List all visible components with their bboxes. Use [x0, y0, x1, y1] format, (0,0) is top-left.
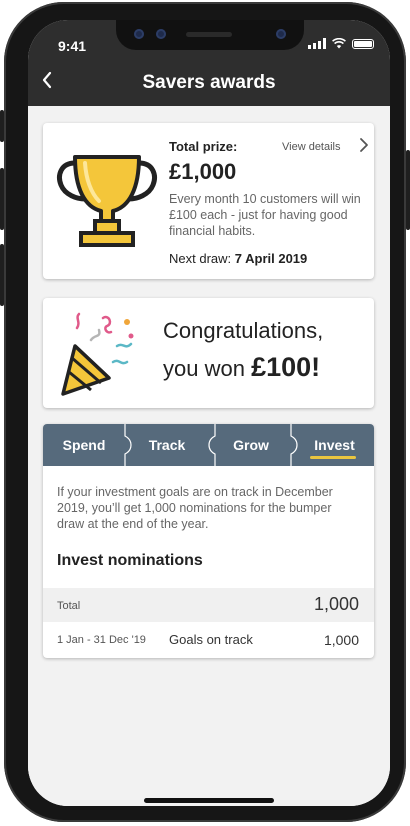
invest-description: If your investment goals are on track in…: [57, 485, 333, 531]
chevron-right-icon[interactable]: [359, 137, 369, 158]
total-label: Total: [57, 600, 81, 612]
prize-card: Total prize: View details £1,000 Every m…: [43, 123, 374, 279]
sensor-icon: [156, 29, 166, 39]
congrats-subheading: you won £100!: [163, 352, 320, 383]
nav-bar: Savers awards: [28, 58, 390, 106]
row-date: 1 Jan - 31 Dec '19: [57, 634, 146, 646]
tab-grow[interactable]: Grow: [211, 424, 291, 466]
total-value: 1,000: [313, 594, 359, 614]
prize-amount: £1,000: [169, 159, 237, 184]
tab-bar: Spend Track Grow Invest: [43, 424, 374, 466]
next-draw: Next draw: 7 April 2019: [169, 251, 307, 266]
view-details-link[interactable]: View details: [282, 141, 341, 153]
invest-heading: Invest nominations: [57, 552, 203, 569]
total-row: Total 1,000: [43, 588, 374, 622]
tab-spend[interactable]: Spend: [43, 424, 125, 466]
page-title: Savers awards: [142, 72, 276, 93]
power-button: [406, 150, 410, 230]
next-draw-date: 7 April 2019: [234, 251, 308, 266]
prize-description: Every month 10 customers will win £100 e…: [169, 192, 361, 238]
battery-icon: [352, 38, 374, 49]
mute-switch: [0, 110, 4, 142]
congrats-card: Congratulations, you won £100!: [43, 298, 374, 408]
volume-up-button: [0, 168, 4, 230]
status-icons: [308, 38, 374, 49]
tab-invest[interactable]: Invest: [295, 424, 374, 466]
table-row: 1 Jan - 31 Dec '19 Goals on track 1,000: [43, 622, 374, 658]
sensor-icon: [134, 29, 144, 39]
phone-frame: 9:41 Savers awards Total prize: View det…: [0, 2, 410, 822]
party-popper-icon: [61, 312, 134, 396]
row-value: 1,000: [323, 632, 359, 648]
row-label: Goals on track: [169, 632, 253, 647]
screen: 9:41 Savers awards Total prize: View det…: [28, 20, 390, 806]
congrats-prefix: you won: [163, 356, 245, 381]
status-bar: 9:41: [28, 20, 390, 58]
prize-label: Total prize:: [169, 139, 238, 154]
speaker-icon: [186, 32, 232, 37]
active-tab-indicator: [310, 456, 356, 459]
notch: [116, 20, 304, 50]
front-camera-icon: [276, 29, 286, 39]
home-indicator[interactable]: [144, 798, 274, 803]
next-draw-label: Next draw:: [169, 251, 232, 266]
signal-icon: [308, 38, 326, 49]
congrats-heading: Congratulations,: [163, 318, 324, 343]
tab-track[interactable]: Track: [127, 424, 207, 466]
congrats-amount: £100!: [251, 352, 321, 382]
invest-card: Spend Track Grow Invest If your investme…: [43, 424, 374, 658]
status-time: 9:41: [58, 38, 87, 54]
volume-down-button: [0, 244, 4, 306]
wifi-icon: [332, 38, 346, 49]
main-content: Total prize: View details £1,000 Every m…: [28, 106, 390, 806]
trophy-icon: [57, 155, 157, 247]
